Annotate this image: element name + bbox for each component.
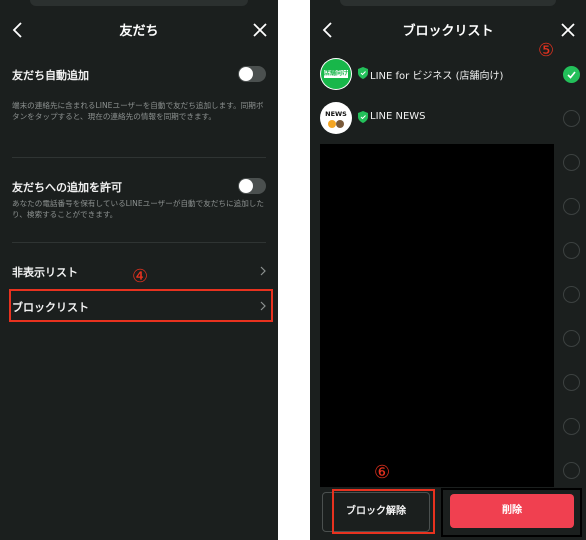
check-icon bbox=[567, 71, 576, 79]
select-checkbox[interactable] bbox=[563, 110, 580, 127]
shield-icon bbox=[358, 111, 368, 123]
news-avatar-text: NEWS bbox=[325, 110, 347, 118]
status-bar bbox=[340, 0, 556, 6]
select-checkbox[interactable] bbox=[563, 242, 580, 259]
toggle-knob bbox=[239, 67, 253, 81]
select-checkbox[interactable] bbox=[563, 330, 580, 347]
chevron-left-icon bbox=[322, 22, 332, 38]
divider bbox=[12, 157, 266, 158]
select-checkbox[interactable] bbox=[563, 374, 580, 391]
news-logo-icon bbox=[321, 103, 351, 133]
block-list-screen: ブロックリスト ⑤ 店舗向け LINE for ビジネス (店舗向け) NEWS… bbox=[310, 0, 586, 540]
allow-add-description: あなたの電話番号を保有しているLINEユーザーが自動で友だちに追加したり、検索す… bbox=[12, 199, 264, 219]
toggle-knob bbox=[239, 179, 253, 193]
select-checkbox[interactable] bbox=[563, 286, 580, 303]
page-title: ブロックリスト bbox=[402, 24, 494, 39]
shield-icon bbox=[358, 67, 368, 79]
account-name: LINE for ビジネス (店舗向け) bbox=[370, 71, 504, 82]
select-checkbox[interactable] bbox=[563, 198, 580, 215]
block-list-highlight bbox=[9, 289, 273, 322]
allow-add-label: 友だちへの追加を許可 bbox=[12, 181, 122, 194]
unblock-button-highlight bbox=[332, 489, 435, 534]
step-marker-4: ④ bbox=[132, 266, 149, 287]
page-title: 友だち bbox=[119, 24, 159, 39]
close-button[interactable] bbox=[554, 16, 582, 44]
auto-add-description: 端末の連絡先に含まれるLINEユーザーを自動で友だち追加します。同期ボタンをタッ… bbox=[12, 101, 264, 121]
auto-add-label: 友だち自動追加 bbox=[12, 69, 89, 82]
news-avatar: NEWS bbox=[320, 102, 352, 134]
business-avatar-text: 店舗向け bbox=[323, 70, 348, 77]
divider bbox=[12, 242, 266, 243]
account-name: LINE NEWS bbox=[370, 111, 426, 122]
step-marker-6: ⑥ bbox=[374, 462, 391, 483]
status-bar bbox=[30, 0, 248, 6]
friends-settings-screen: 友だち 友だち自動追加 端末の連絡先に含まれるLINEユーザーを自動で友だち追加… bbox=[0, 0, 278, 540]
select-checkbox[interactable] bbox=[563, 154, 580, 171]
select-checkbox[interactable] bbox=[563, 66, 580, 83]
auto-add-toggle[interactable] bbox=[238, 66, 266, 82]
navigation-bar: 友だち bbox=[0, 12, 278, 48]
blocked-account-row[interactable]: 店舗向け LINE for ビジネス (店舗向け) bbox=[318, 54, 578, 94]
redacted-area bbox=[320, 144, 554, 487]
back-button[interactable] bbox=[314, 16, 342, 44]
chevron-left-icon bbox=[12, 22, 22, 38]
allow-add-toggle[interactable] bbox=[238, 178, 266, 194]
chevron-right-icon bbox=[260, 266, 266, 276]
business-avatar: 店舗向け bbox=[320, 58, 352, 90]
select-checkbox[interactable] bbox=[563, 462, 580, 479]
hidden-list-label: 非表示リスト bbox=[12, 266, 78, 279]
back-button[interactable] bbox=[4, 16, 32, 44]
close-icon bbox=[253, 23, 267, 37]
delete-button[interactable]: 削除 bbox=[450, 494, 574, 528]
select-checkbox[interactable] bbox=[563, 418, 580, 435]
close-button[interactable] bbox=[246, 16, 274, 44]
blocked-account-row[interactable]: NEWS LINE NEWS bbox=[318, 98, 578, 138]
close-icon bbox=[561, 23, 575, 37]
